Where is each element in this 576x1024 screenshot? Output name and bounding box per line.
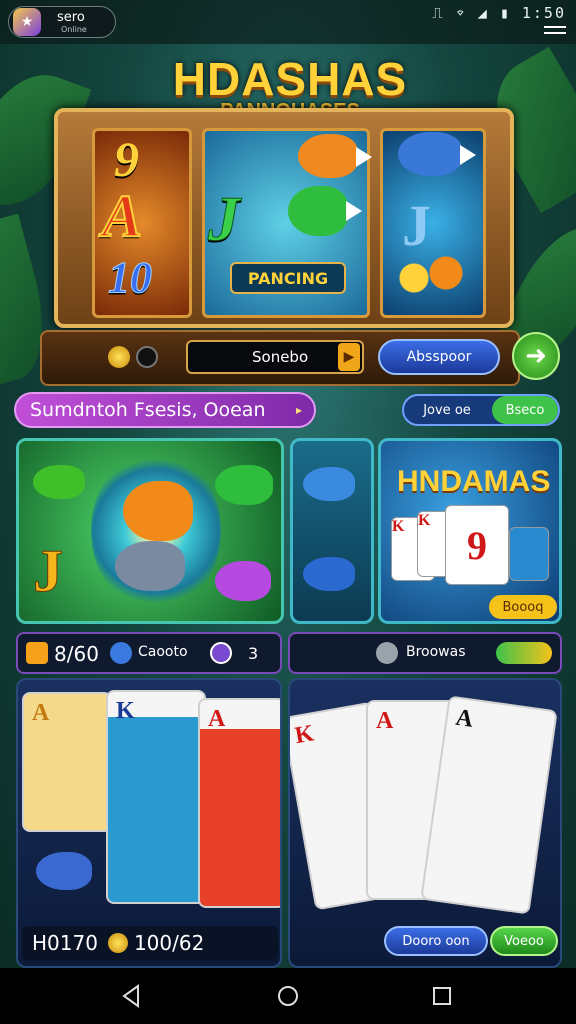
game-tile-cards[interactable]: HNDAMAS K K 9 Boooq <box>378 438 562 624</box>
jack-symbol-icon: J <box>208 183 241 255</box>
recents-icon[interactable] <box>428 982 456 1010</box>
coins-icon <box>390 248 470 298</box>
back-icon[interactable] <box>118 982 146 1010</box>
check-icon[interactable] <box>496 642 552 664</box>
panel-right[interactable]: K A A Dooro oon Voeoo <box>288 678 562 968</box>
info-label: Caooto <box>138 644 188 660</box>
game-tile-fish-jackpot[interactable]: J <box>16 438 284 624</box>
purple-fish-icon <box>215 561 271 601</box>
nine-symbol-icon: 9 <box>114 131 139 187</box>
card-corner: A <box>32 700 50 726</box>
mode-dot-icon[interactable] <box>136 346 158 368</box>
slot-machine: 9 A 10 J J PANCING <box>54 108 514 328</box>
app-status: Online <box>61 25 87 34</box>
battery-icon: ▮ <box>499 4 511 22</box>
cards-tile-title: HNDAMAS <box>397 465 551 498</box>
green-fish-icon <box>288 186 362 236</box>
status-bar: ★ sero Online ⎍ ⌔ ◢ ▮ 1:50 <box>0 0 576 44</box>
gem-icon <box>110 642 132 664</box>
arrow-right-icon[interactable]: ➜ <box>512 332 560 380</box>
promo-text: Sumdntoh Fsesis, Ooean <box>30 399 266 421</box>
treasure-shell-icon <box>115 541 185 591</box>
blue-fish-icon <box>303 467 355 501</box>
blue-fish-icon <box>36 852 92 890</box>
mode-toggle[interactable]: Jove oe Bseco <box>402 394 560 426</box>
panel-secondary-button[interactable]: Voeoo <box>490 926 558 956</box>
playing-card: 9 <box>445 505 509 585</box>
stat-label: H0170 <box>32 931 98 955</box>
cards-tile-button[interactable]: Boooq <box>489 595 557 619</box>
home-icon[interactable] <box>274 982 302 1010</box>
slot-action-button[interactable]: Absspoor <box>378 339 500 375</box>
vibrate-icon: ⎍ <box>432 4 445 22</box>
card-corner: A <box>454 704 475 733</box>
ten-symbol-icon: 10 <box>108 253 153 303</box>
promo-row: Sumdntoh Fsesis, Ooean ▸ Jove oe Bseco <box>10 392 566 432</box>
info-bar-left: 8/60 Caooto 3 <box>16 632 282 674</box>
system-icons: ⎍ ⌔ ◢ ▮ 1:50 <box>432 4 566 22</box>
card-corner: A <box>208 706 226 732</box>
ace-symbol-icon: A <box>101 182 143 250</box>
balance-stat: H0170 100/62 <box>22 926 278 960</box>
info-count: 3 <box>248 644 259 663</box>
chevron-right-icon: ▸ <box>295 403 302 417</box>
panel-left[interactable]: A K A H0170 100/62 <box>16 678 282 968</box>
toggle-option-right[interactable]: Bseco <box>492 396 558 424</box>
clock: 1:50 <box>521 4 566 22</box>
promo-banner[interactable]: Sumdntoh Fsesis, Ooean ▸ <box>14 392 316 428</box>
card-corner: K <box>116 698 135 724</box>
info-value: 8/60 <box>54 642 99 666</box>
reel-label: PANCING <box>230 262 346 294</box>
game-title: HDASHAS <box>172 53 408 105</box>
stat-value: 100/62 <box>133 931 205 955</box>
playing-card: K <box>106 690 206 904</box>
green-fish-icon <box>215 465 273 505</box>
timer-icon <box>210 642 232 664</box>
info-bar-right: Broowas <box>288 632 562 674</box>
info-label: Broowas <box>406 644 466 660</box>
chest-icon <box>26 642 48 664</box>
blue-fish-icon <box>303 557 355 591</box>
jack-symbol-icon: J <box>33 538 64 605</box>
card-corner: A <box>376 708 394 734</box>
coin-toggle-icon[interactable] <box>108 346 130 368</box>
hamburger-menu-icon[interactable] <box>544 26 566 40</box>
toggle-option-left[interactable]: Jove oe <box>404 396 490 424</box>
app-chip[interactable]: ★ sero Online <box>8 6 116 38</box>
green-fish-icon <box>33 465 85 499</box>
golden-fish-icon <box>123 481 193 541</box>
game-tile-blue-fish[interactable] <box>290 438 374 624</box>
system-nav-bar <box>0 968 576 1024</box>
app-logo-icon: ★ <box>13 8 41 36</box>
coin-icon <box>107 933 128 953</box>
settings-gear-icon[interactable] <box>376 642 398 664</box>
blue-fish-icon <box>398 132 476 176</box>
chevron-right-icon[interactable]: ▶ <box>338 343 360 371</box>
wifi-icon: ⌔ <box>455 4 467 22</box>
signal-icon: ◢ <box>477 4 489 22</box>
orange-fish-icon <box>298 134 372 178</box>
app-name: sero <box>57 10 85 25</box>
card-corner: K <box>292 720 316 750</box>
panel-primary-button[interactable]: Dooro oon <box>384 926 488 956</box>
playing-card: A <box>22 692 112 832</box>
playing-card: A <box>198 698 280 908</box>
playing-card <box>509 527 549 581</box>
